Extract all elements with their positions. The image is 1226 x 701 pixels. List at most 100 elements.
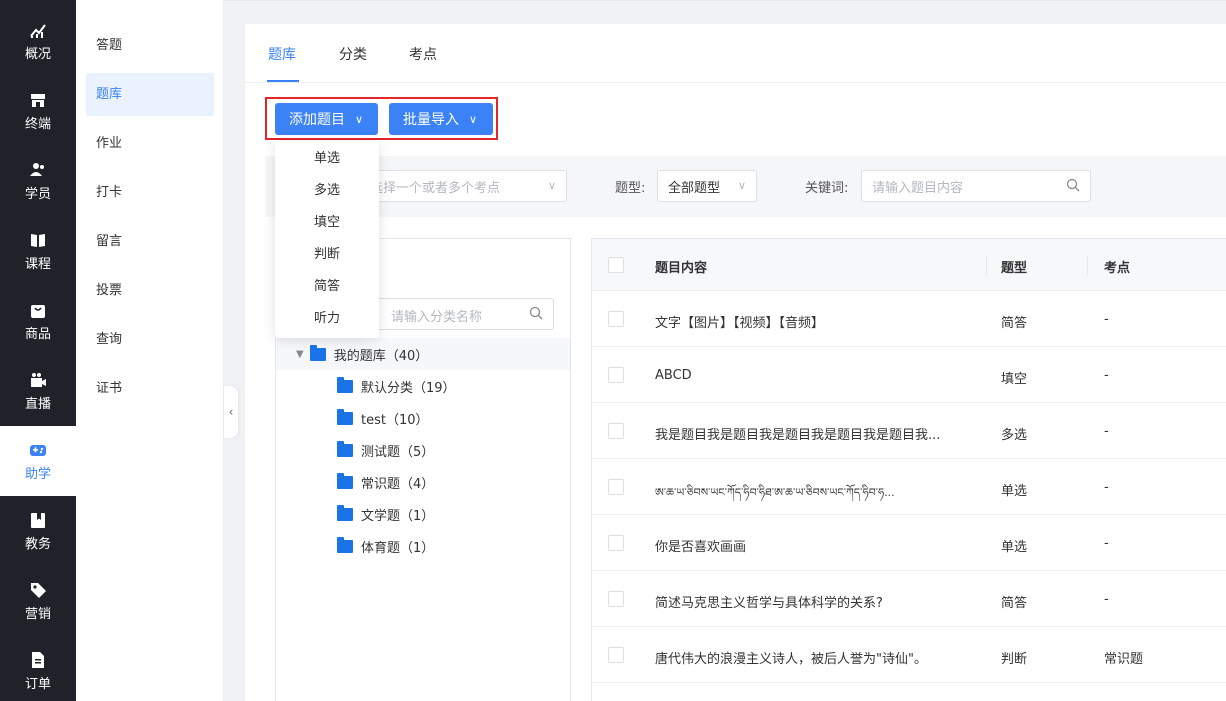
column-divider — [986, 255, 987, 275]
tree-node[interactable]: 测试题（5） — [276, 434, 570, 466]
tree-node[interactable]: 体育题（1） — [276, 530, 570, 562]
submenu-item-question-bank[interactable]: 题库 — [86, 73, 214, 116]
chart-icon — [29, 21, 47, 39]
nav-item-marketing[interactable]: 营销 — [0, 566, 76, 636]
table-row[interactable]: 简述马克思主义哲学与具体科学的关系? 简答 - — [592, 571, 1226, 627]
nav-item-orders[interactable]: 订单 — [0, 636, 76, 701]
keyword-input[interactable]: 请输入题目内容 — [861, 170, 1091, 202]
nav-label: 课程 — [24, 256, 51, 272]
row-checkbox[interactable] — [608, 423, 624, 439]
question-content: ཨ་ཆ་ཡ་ཅིབས་ཡང་ཀོད་ཧིབ་ཧིཐ་ཨ་ཆ་ཡ་ཅིབས་ཡང་… — [655, 486, 895, 499]
header-point: 考点 — [1104, 261, 1131, 276]
nav-label: 助学 — [24, 466, 51, 482]
table-row[interactable]: 唐代伟大的浪漫主义诗人，被后人誉为"诗仙"。 判断 常识题 — [592, 627, 1226, 683]
submenu-item-message[interactable]: 留言 — [86, 220, 214, 263]
dropdown-item-listening[interactable]: 听力 — [275, 303, 379, 335]
tree-node[interactable]: 常识题（4） — [276, 466, 570, 498]
question-content: 你是否喜欢画画 — [655, 540, 747, 555]
table-row[interactable]: ABCD 填空 - — [592, 347, 1226, 403]
row-checkbox[interactable] — [608, 479, 624, 495]
search-icon — [1066, 178, 1080, 195]
submenu-item-query[interactable]: 查询 — [86, 318, 214, 361]
question-type: 单选 — [1001, 484, 1028, 499]
submenu-item-checkin[interactable]: 打卡 — [86, 171, 214, 214]
nav-label: 商品 — [24, 326, 51, 342]
nav-item-goods[interactable]: 商品 — [0, 286, 76, 356]
tab-active-indicator — [267, 80, 299, 82]
nav-item-terminal[interactable]: 终端 — [0, 76, 76, 146]
dropdown-item-fill-blank[interactable]: 填空 — [275, 207, 379, 239]
question-table: 题目内容 题型 考点 文字【图片】【视频】【音频】 简答 - ABCD 填空 -… — [591, 238, 1226, 701]
table-row[interactable]: 文字【图片】【视频】【音频】 简答 - — [592, 291, 1226, 347]
dropdown-item-true-false[interactable]: 判断 — [275, 239, 379, 271]
tab-bar: 题库 分类 考点 — [245, 24, 1226, 83]
tab-question-bank[interactable]: 题库 — [268, 44, 296, 64]
question-type: 多选 — [1001, 428, 1028, 443]
gamepad-icon — [29, 441, 47, 459]
tree-node[interactable]: 文学题（1） — [276, 498, 570, 530]
filter-bar: 选择一个或者多个考点 ∨ 题型: 全部题型 ∨ 关键词: 请输入题目内容 — [265, 156, 1226, 217]
tree-node[interactable]: 默认分类（19） — [276, 370, 570, 402]
search-icon — [529, 306, 543, 320]
question-content: 我是题目我是题目我是题目我是题目我是题目我... — [655, 428, 941, 443]
tree-node-root[interactable]: ▼ 我的题库（40） — [276, 338, 570, 370]
nav-item-live[interactable]: 直播 — [0, 356, 76, 426]
question-content: 文字【图片】【视频】【音频】 — [655, 316, 825, 331]
nav-item-academic[interactable]: 教务 — [0, 496, 76, 566]
nav-label: 直播 — [24, 396, 51, 412]
nav-item-overview[interactable]: 概况 — [0, 6, 76, 76]
nav-item-assist[interactable]: 助学 — [0, 426, 76, 496]
add-question-label: 添加题目 — [289, 112, 345, 128]
nav-item-courses[interactable]: 课程 — [0, 216, 76, 286]
nav-label: 订单 — [24, 676, 51, 692]
bookmark-icon — [29, 511, 47, 529]
nav-label: 终端 — [24, 116, 51, 132]
main-nav: 概况 终端 学员 课程 商品 直播 助学 教务 营销 订单 — [0, 0, 76, 701]
row-checkbox[interactable] — [608, 535, 624, 551]
tree-node[interactable]: test（10） — [276, 402, 570, 434]
tree-node-label: test（10） — [361, 412, 429, 428]
bag-icon — [29, 301, 47, 319]
tree-node-label: 默认分类（19） — [361, 380, 456, 396]
batch-import-button[interactable]: 批量导入 ∨ — [389, 103, 493, 135]
submenu-item-answer[interactable]: 答题 — [86, 24, 214, 67]
tab-knowledge-point[interactable]: 考点 — [409, 44, 437, 64]
table-row[interactable]: 你是否喜欢画画 单选 - — [592, 515, 1226, 571]
submenu-item-vote[interactable]: 投票 — [86, 269, 214, 312]
chevron-down-icon: ∨ — [737, 179, 746, 192]
submenu-item-homework[interactable]: 作业 — [86, 122, 214, 165]
folder-icon — [337, 440, 353, 457]
header-content: 题目内容 — [655, 261, 708, 276]
question-content: ABCD — [655, 368, 692, 383]
row-checkbox[interactable] — [608, 311, 624, 327]
row-checkbox[interactable] — [608, 591, 624, 607]
chevron-down-icon: ∨ — [547, 179, 556, 192]
table-row[interactable]: ཨ་ཆ་ཡ་ཅིབས་ཡང་ཀོད་ཧིབ་ཧིཐ་ཨ་ཆ་ཡ་ཅིབས་ཡང་… — [592, 459, 1226, 515]
question-point: 常识题 — [1104, 652, 1144, 667]
select-all-checkbox[interactable] — [608, 257, 624, 273]
row-checkbox[interactable] — [608, 367, 624, 383]
chevron-down-icon: ∨ — [355, 112, 364, 126]
row-checkbox[interactable] — [608, 647, 624, 663]
add-question-button[interactable]: 添加题目 ∨ — [275, 103, 378, 135]
question-point: - — [1104, 368, 1109, 383]
collapse-sidebar-button[interactable]: ‹ — [224, 386, 238, 438]
tab-category[interactable]: 分类 — [339, 44, 367, 64]
type-select[interactable]: 全部题型 ∨ — [657, 170, 757, 202]
folder-icon — [337, 536, 353, 553]
tag-icon — [29, 581, 47, 599]
category-search-placeholder: 请输入分类名称 — [391, 310, 483, 325]
question-point: - — [1104, 424, 1109, 439]
dropdown-item-short-answer[interactable]: 简答 — [275, 271, 379, 303]
tree-node-label: 体育题（1） — [361, 540, 435, 556]
nav-label: 概况 — [24, 46, 51, 62]
dropdown-item-single-choice[interactable]: 单选 — [275, 143, 379, 175]
store-icon — [29, 91, 47, 109]
users-icon — [29, 161, 47, 179]
submenu-item-certificate[interactable]: 证书 — [86, 367, 214, 410]
table-row[interactable]: 我是题目我是题目我是题目我是题目我是题目我... 多选 - — [592, 403, 1226, 459]
dropdown-item-multiple-choice[interactable]: 多选 — [275, 175, 379, 207]
nav-item-students[interactable]: 学员 — [0, 146, 76, 216]
camera-icon — [29, 371, 47, 389]
type-filter-label: 题型: — [615, 181, 646, 196]
